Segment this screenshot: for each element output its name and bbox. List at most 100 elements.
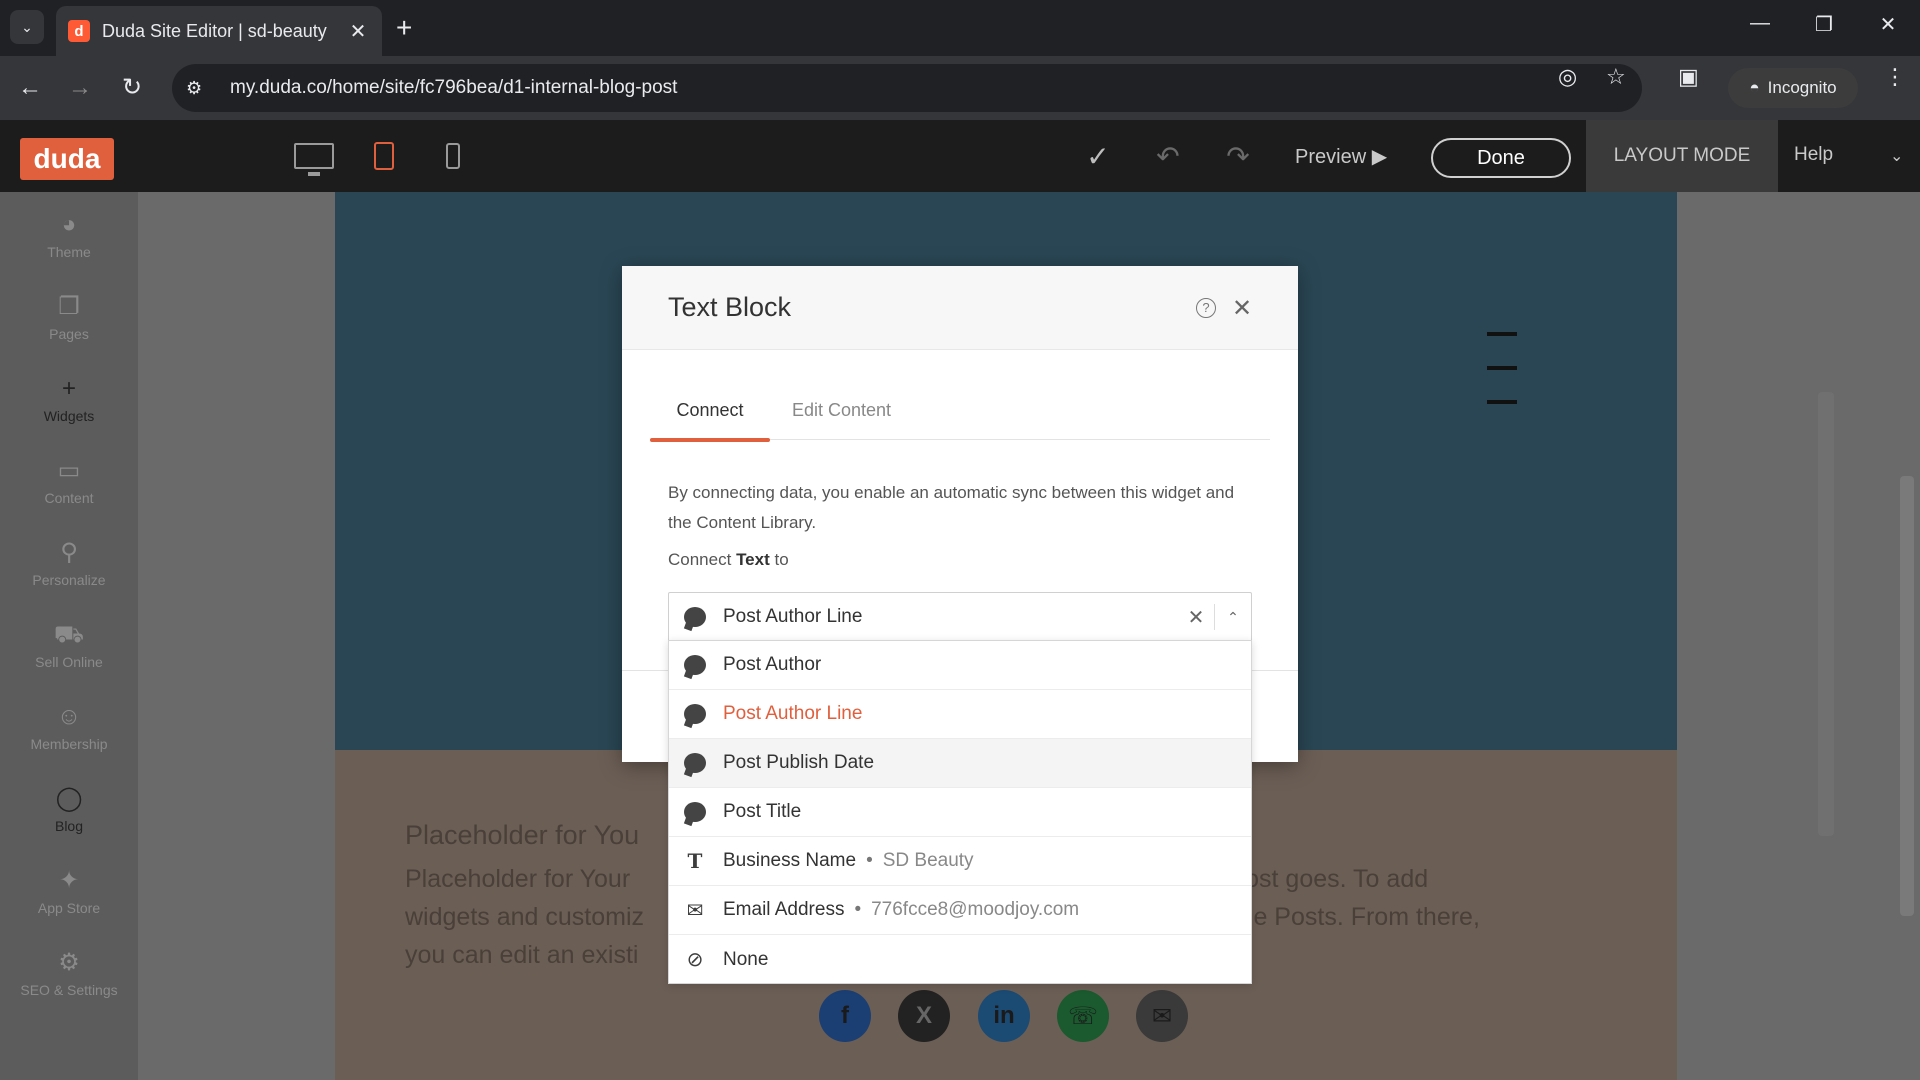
layout-mode-button[interactable]: LAYOUT MODE	[1586, 120, 1778, 192]
envelope-icon: ✉	[686, 899, 704, 922]
option-value: 776fcce8@moodjoy.com	[871, 899, 1080, 920]
option-business-name[interactable]: T Business Name • SD Beauty	[669, 837, 1251, 886]
sidebar-item-label: Theme	[47, 244, 91, 260]
close-icon[interactable]: ✕	[1232, 294, 1252, 323]
browser-toolbar: ← → ↻ ⚙ my.duda.co/home/site/fc796bea/d1…	[0, 56, 1920, 120]
sidebar-item-label: SEO & Settings	[20, 982, 118, 998]
chat-bubble-icon	[683, 605, 707, 629]
window-close-icon[interactable]: ✕	[1868, 12, 1908, 37]
editor-sidebar: ◕ Theme ❐ Pages + Widgets ▭ Content ⚲ Pe…	[0, 192, 138, 1080]
linkedin-icon[interactable]: in	[978, 990, 1030, 1042]
redo-icon[interactable]: ↷	[1220, 140, 1256, 173]
dialog-header: Text Block ? ✕	[622, 266, 1298, 350]
palette-icon: ◕	[61, 211, 77, 238]
preview-label: Preview	[1295, 146, 1367, 168]
incognito-badge[interactable]: ◓ Incognito	[1728, 68, 1858, 108]
connect-label: Connect Text to	[668, 550, 789, 569]
text-icon: T	[687, 849, 703, 873]
duda-favicon-icon: d	[68, 20, 90, 42]
sidebar-item-seo-settings[interactable]: ⚙ SEO & Settings	[0, 948, 138, 998]
mobile-view-icon[interactable]	[444, 138, 462, 174]
tab-title: Duda Site Editor | sd-beauty	[102, 20, 327, 41]
duda-logo[interactable]: duda	[20, 138, 114, 180]
facebook-icon[interactable]: f	[819, 990, 871, 1042]
hamburger-menu-icon[interactable]	[1487, 332, 1517, 434]
sidebar-item-theme[interactable]: ◕ Theme	[0, 210, 138, 260]
tablet-view-icon[interactable]	[372, 138, 396, 174]
chat-bubble-icon	[683, 751, 707, 775]
browser-tabstrip: ⌄ d Duda Site Editor | sd-beauty ✕ + — ❐…	[0, 0, 1920, 56]
pages-icon: ❐	[58, 293, 80, 320]
option-post-author[interactable]: Post Author	[669, 641, 1251, 690]
option-post-author-line[interactable]: Post Author Line	[669, 690, 1251, 739]
chat-bubble-icon	[683, 702, 707, 726]
folder-icon: ▭	[57, 457, 81, 484]
canvas-scrollbar[interactable]	[1818, 392, 1834, 836]
minimize-icon[interactable]: —	[1740, 12, 1780, 35]
option-post-publish-date[interactable]: Post Publish Date	[669, 739, 1251, 788]
side-panel-icon[interactable]: ▣	[1678, 64, 1699, 90]
user-icon: ☺	[56, 703, 82, 730]
browser-menu-icon[interactable]: ⋮	[1884, 64, 1906, 90]
done-button[interactable]: Done	[1431, 138, 1571, 178]
browser-tab[interactable]: d Duda Site Editor | sd-beauty ✕	[56, 6, 382, 56]
option-none[interactable]: ⊘ None	[669, 935, 1251, 984]
tab-search-button[interactable]: ⌄	[10, 10, 44, 44]
sidebar-item-membership[interactable]: ☺ Membership	[0, 702, 138, 752]
option-email-address[interactable]: ✉ Email Address • 776fcce8@moodjoy.com	[669, 886, 1251, 935]
incognito-icon: ◓	[1749, 78, 1760, 97]
sidebar-item-pages[interactable]: ❐ Pages	[0, 292, 138, 342]
checkmark-icon[interactable]: ✓	[1080, 140, 1116, 173]
sidebar-item-content[interactable]: ▭ Content	[0, 456, 138, 506]
gear-icon: ⚙	[58, 949, 80, 976]
wand-icon: ⚲	[60, 539, 78, 566]
sidebar-item-label: Widgets	[43, 408, 95, 424]
sidebar-item-label: Pages	[49, 326, 89, 342]
preview-button[interactable]: Preview ▶	[1295, 144, 1387, 169]
connect-options-dropdown: Post Author Post Author Line Post Publis…	[668, 640, 1252, 984]
play-icon: ▶	[1371, 146, 1388, 168]
restore-icon[interactable]: ❐	[1804, 12, 1844, 37]
connect-data-select[interactable]: Post Author Line ✕ ⌃	[668, 592, 1252, 642]
help-icon[interactable]: ?	[1196, 298, 1216, 318]
tab-close-icon[interactable]: ✕	[346, 19, 370, 44]
selected-value: Post Author Line	[723, 606, 863, 627]
help-button[interactable]: Help	[1794, 144, 1833, 166]
placeholder-title[interactable]: Placeholder for You	[405, 820, 639, 851]
sidebar-item-sell-online[interactable]: ⛟ Sell Online	[0, 620, 138, 670]
chevron-up-icon[interactable]: ⌃	[1215, 609, 1251, 626]
clear-selection-icon[interactable]: ✕	[1178, 605, 1214, 630]
page-scrollbar[interactable]	[1900, 476, 1914, 916]
back-icon[interactable]: ←	[14, 72, 46, 104]
tab-connect[interactable]: Connect	[650, 400, 770, 442]
email-share-icon[interactable]: ✉	[1136, 990, 1188, 1042]
desktop-view-icon[interactable]	[292, 138, 336, 176]
chat-bubble-icon	[683, 800, 707, 824]
chevron-down-icon[interactable]: ⌄	[1890, 146, 1903, 166]
tracking-blocked-icon[interactable]: ◎	[1558, 64, 1577, 90]
dialog-title: Text Block	[668, 292, 792, 322]
x-icon[interactable]: X	[898, 990, 950, 1042]
plus-icon: +	[61, 375, 76, 402]
whatsapp-icon[interactable]: ☏	[1057, 990, 1109, 1042]
site-info-icon[interactable]: ⚙	[186, 78, 214, 99]
forward-icon[interactable]: →	[64, 72, 96, 104]
new-tab-button[interactable]: +	[396, 14, 412, 42]
chat-bubble-icon	[683, 653, 707, 677]
address-bar[interactable]: ⚙ my.duda.co/home/site/fc796bea/d1-inter…	[172, 64, 1642, 112]
sidebar-item-widgets[interactable]: + Widgets	[0, 374, 138, 424]
url-text: my.duda.co/home/site/fc796bea/d1-interna…	[230, 77, 678, 98]
tab-edit-content[interactable]: Edit Content	[792, 400, 891, 421]
reload-icon[interactable]: ↻	[116, 72, 148, 104]
sidebar-item-app-store[interactable]: ✦ App Store	[0, 866, 138, 916]
sidebar-item-blog[interactable]: ◯ Blog	[0, 784, 138, 834]
bookmark-star-icon[interactable]: ☆	[1606, 64, 1626, 90]
puzzle-icon: ✦	[58, 867, 80, 894]
undo-icon[interactable]: ↶	[1150, 140, 1186, 173]
sidebar-item-personalize[interactable]: ⚲ Personalize	[0, 538, 138, 588]
incognito-label: Incognito	[1767, 78, 1837, 97]
none-icon: ⊘	[686, 949, 704, 971]
sidebar-item-label: Blog	[54, 818, 84, 834]
option-post-title[interactable]: Post Title	[669, 788, 1251, 837]
sidebar-item-label: Personalize	[32, 572, 106, 588]
